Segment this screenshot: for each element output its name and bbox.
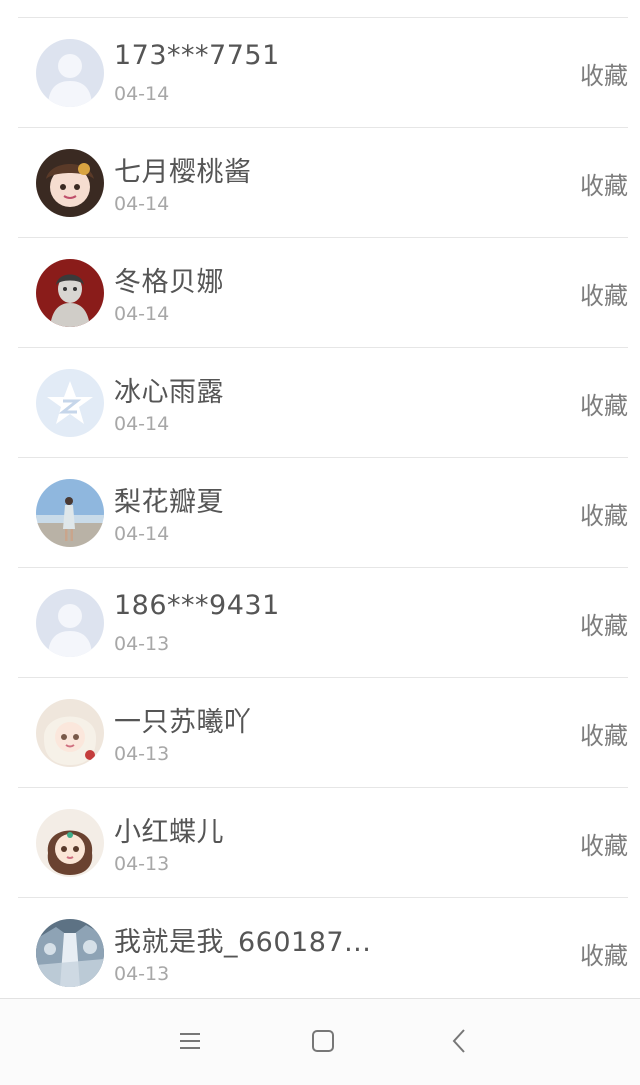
favorite-button[interactable]: 收藏: [580, 496, 628, 531]
item-date: 04-14: [114, 523, 170, 545]
list-item[interactable]: 梨花瓣夏 04-14 收藏: [18, 458, 628, 568]
qzone-star-avatar-icon[interactable]: [36, 369, 104, 437]
user-name: 冬格贝娜: [114, 267, 224, 298]
favorite-button[interactable]: 收藏: [580, 826, 628, 861]
user-name: 小红蝶儿: [114, 817, 224, 848]
list-item[interactable]: 我就是我_660187... 04-13 收藏: [18, 898, 628, 1008]
user-name: 七月樱桃酱: [114, 157, 252, 188]
home-square-icon[interactable]: [307, 1025, 339, 1057]
waterfall-avatar-icon[interactable]: [36, 919, 104, 987]
item-date: 04-13: [114, 743, 170, 765]
user-name: 梨花瓣夏: [114, 487, 224, 518]
seaside-girl-avatar-icon[interactable]: [36, 479, 104, 547]
user-name: 173***7751: [114, 40, 280, 71]
user-name: 冰心雨露: [114, 377, 224, 408]
anime-girl-avatar-icon[interactable]: [36, 699, 104, 767]
list-item[interactable]: 冬格贝娜 04-14 收藏: [18, 238, 628, 348]
item-date: 04-14: [114, 83, 170, 105]
list-item[interactable]: 一只苏曦吖 04-13 收藏: [18, 678, 628, 788]
favorite-button[interactable]: 收藏: [580, 716, 628, 751]
list-item[interactable]: 七月樱桃酱 04-14 收藏: [18, 128, 628, 238]
dark-red-portrait-avatar-icon[interactable]: [36, 259, 104, 327]
list-item[interactable]: 173***7751 04-14 收藏: [18, 18, 628, 128]
default-user-avatar-icon[interactable]: [36, 39, 104, 107]
favorite-button[interactable]: 收藏: [580, 276, 628, 311]
user-name: 186***9431: [114, 590, 280, 621]
favorite-button[interactable]: 收藏: [580, 166, 628, 201]
menu-icon[interactable]: [174, 1025, 206, 1057]
favorite-button[interactable]: 收藏: [580, 606, 628, 641]
item-date: 04-13: [114, 963, 170, 985]
user-name: 我就是我_660187...: [114, 927, 372, 958]
item-date: 04-13: [114, 633, 170, 655]
favorite-button[interactable]: 收藏: [580, 386, 628, 421]
item-date: 04-14: [114, 193, 170, 215]
favorite-button[interactable]: 收藏: [580, 936, 628, 971]
screen: 173***7751 04-14 收藏 七月樱桃酱 04-14 收藏 冬格贝娜 …: [0, 0, 640, 1085]
list-item[interactable]: 冰心雨露 04-14 收藏: [18, 348, 628, 458]
anime-girl-avatar-icon[interactable]: [36, 149, 104, 217]
list-item[interactable]: 186***9431 04-13 收藏: [18, 568, 628, 678]
item-date: 04-13: [114, 853, 170, 875]
user-name: 一只苏曦吖: [114, 707, 252, 738]
chibi-girl-avatar-icon[interactable]: [36, 809, 104, 877]
back-chevron-icon[interactable]: [443, 1025, 475, 1057]
user-list: 173***7751 04-14 收藏 七月樱桃酱 04-14 收藏 冬格贝娜 …: [0, 18, 640, 1008]
default-user-avatar-icon[interactable]: [36, 589, 104, 657]
item-date: 04-14: [114, 413, 170, 435]
item-date: 04-14: [114, 303, 170, 325]
favorite-button[interactable]: 收藏: [580, 56, 628, 91]
system-navigation-bar: [0, 998, 640, 1085]
list-item[interactable]: 小红蝶儿 04-13 收藏: [18, 788, 628, 898]
